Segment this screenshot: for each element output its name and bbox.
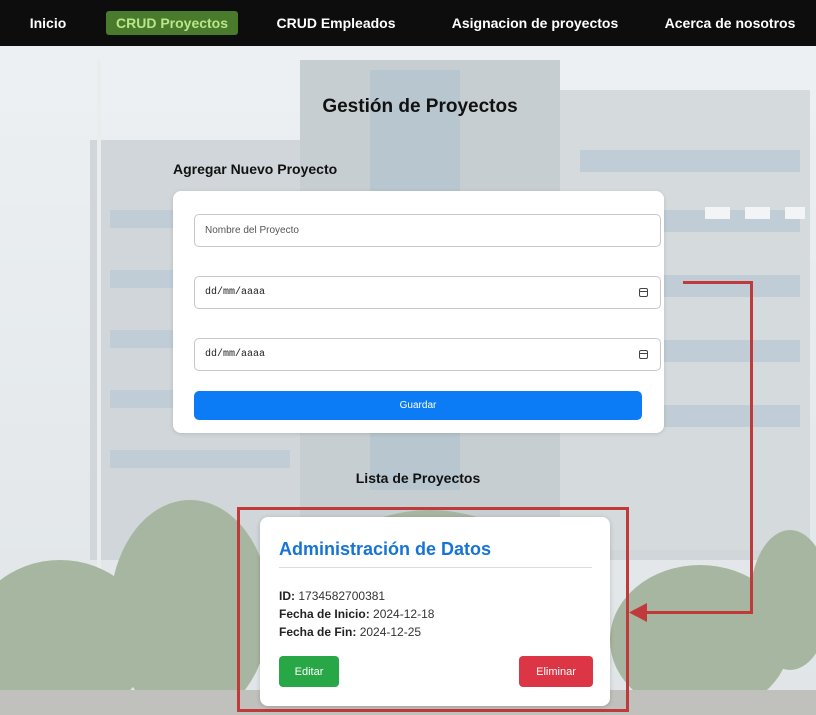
nav-item-crud-proyectos[interactable]: CRUD Proyectos — [106, 11, 238, 35]
start-date-placeholder: dd/mm/aaaa — [205, 287, 266, 298]
project-name-input[interactable]: Nombre del Proyecto — [194, 214, 661, 247]
project-card: Administración de Datos ID: 173458270038… — [260, 517, 610, 706]
annotation-arrow-bottom — [645, 611, 753, 614]
project-id-value: 1734582700381 — [298, 589, 386, 603]
project-name-placeholder: Nombre del Proyecto — [205, 225, 299, 236]
project-id-label: ID: — [279, 589, 295, 603]
delete-button[interactable]: Eliminar — [519, 656, 593, 687]
project-name: Administración de Datos — [279, 539, 492, 559]
nav-item-crud-empleados[interactable]: CRUD Empleados — [268, 11, 404, 35]
annotation-arrow-top — [683, 281, 753, 284]
calendar-icon[interactable] — [639, 288, 648, 297]
divider — [279, 567, 592, 568]
nav-item-asignacion-proyectos[interactable]: Asignacion de proyectos — [437, 11, 633, 35]
nav-item-acerca-de-nosotros[interactable]: Acerca de nosotros — [650, 11, 810, 35]
annotation-arrow-vertical — [750, 281, 753, 614]
project-end-label: Fecha de Fin: — [279, 625, 357, 639]
end-date-placeholder: dd/mm/aaaa — [205, 349, 266, 360]
top-nav: Inicio CRUD Proyectos CRUD Empleados Asi… — [0, 0, 816, 46]
calendar-icon[interactable] — [639, 350, 648, 359]
add-project-form: Nombre del Proyecto dd/mm/aaaa dd/mm/aaa… — [173, 191, 664, 433]
project-start-line: Fecha de Inicio: 2024-12-18 — [279, 607, 434, 621]
project-end-value: 2024-12-25 — [359, 625, 422, 639]
start-date-input[interactable]: dd/mm/aaaa — [194, 276, 661, 309]
project-id-line: ID: 1734582700381 — [279, 589, 385, 603]
project-start-label: Fecha de Inicio: — [279, 607, 370, 621]
project-start-value: 2024-12-18 — [373, 607, 435, 621]
project-end-line: Fecha de Fin: 2024-12-25 — [279, 625, 421, 639]
add-project-heading: Agregar Nuevo Proyecto — [173, 161, 338, 177]
annotation-arrowhead-icon — [629, 603, 647, 622]
end-date-input[interactable]: dd/mm/aaaa — [194, 338, 661, 371]
page-title: Gestión de Proyectos — [322, 96, 518, 117]
nav-item-inicio[interactable]: Inicio — [22, 11, 74, 35]
save-button[interactable]: Guardar — [194, 391, 642, 420]
project-list-heading: Lista de Proyectos — [355, 470, 481, 486]
edit-button[interactable]: Editar — [279, 656, 339, 687]
